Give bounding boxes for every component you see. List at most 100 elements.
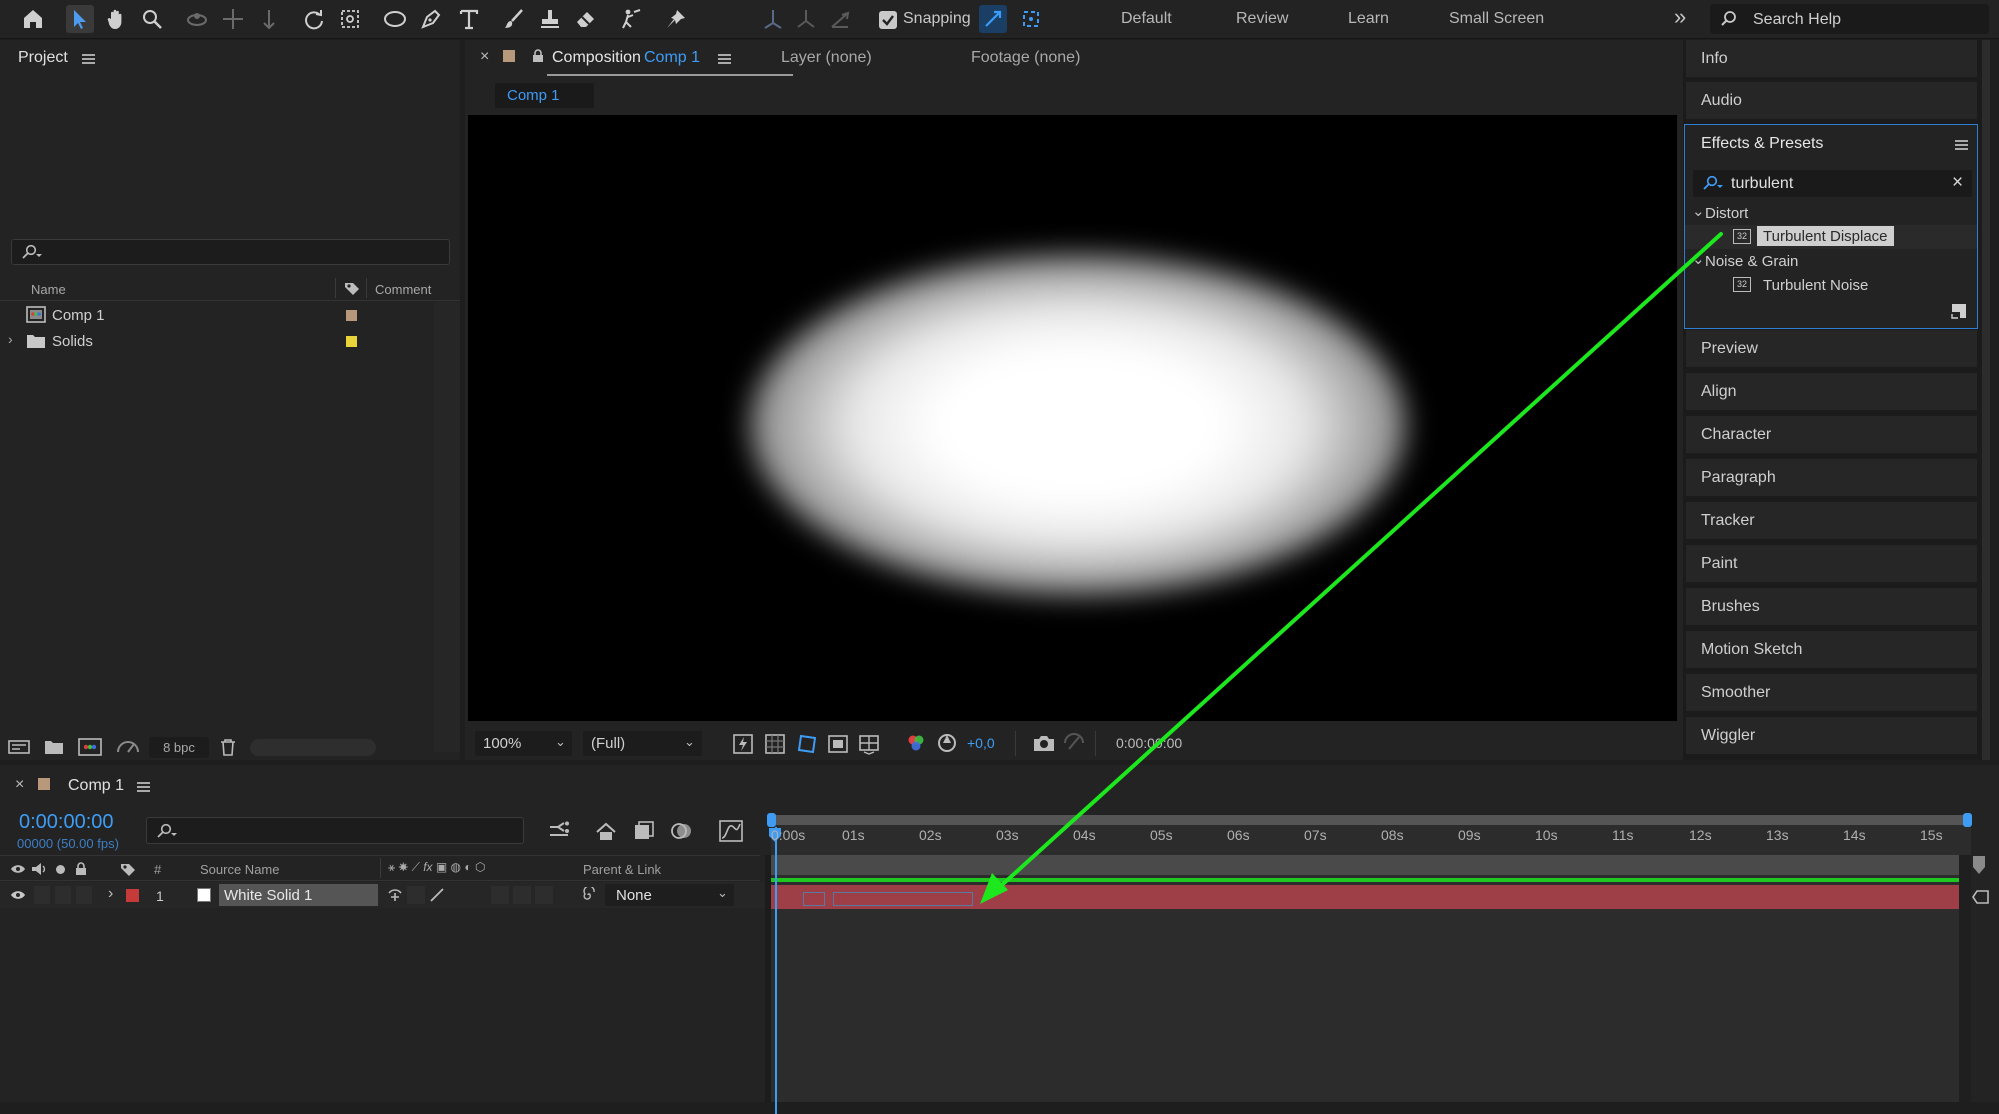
shy-layers-icon[interactable]	[633, 820, 655, 842]
info-panel-tab[interactable]: Info	[1686, 40, 1977, 80]
expand-chevron-icon[interactable]: ›	[8, 331, 13, 347]
comment-column-header[interactable]: Comment	[375, 282, 431, 297]
right-panel-scrollbar[interactable]	[1982, 40, 1990, 760]
composition-flowchart-icon[interactable]	[548, 821, 570, 841]
bit-depth-button[interactable]: 8 bpc	[149, 737, 209, 758]
workspace-review[interactable]: Review	[1236, 10, 1288, 28]
time-graph[interactable]	[767, 813, 1989, 1114]
mask-visibility-icon[interactable]	[796, 733, 818, 755]
video-eye-icon[interactable]	[10, 889, 26, 901]
new-preset-icon[interactable]	[1951, 303, 1967, 319]
axis-view-icon[interactable]	[826, 5, 854, 33]
resolution-dropdown[interactable]: (Full) ⌄	[583, 731, 702, 756]
pen-tool-icon[interactable]	[417, 5, 445, 33]
brush-tool-icon[interactable]	[500, 5, 528, 33]
close-tab-icon[interactable]: ×	[15, 776, 24, 794]
parent-link-header[interactable]: Parent & Link	[583, 862, 661, 877]
solo-toggle[interactable]	[55, 886, 71, 904]
zoom-tool-icon[interactable]	[138, 5, 166, 33]
layer-duration-bar[interactable]	[771, 885, 1959, 909]
show-snapshot-icon[interactable]	[1063, 733, 1085, 753]
lock-toggle[interactable]	[76, 886, 92, 904]
project-menu-icon[interactable]	[82, 54, 95, 64]
project-panel-title[interactable]: Project	[18, 49, 68, 67]
snap-edges-icon[interactable]	[979, 5, 1007, 33]
label-color-swatch[interactable]	[346, 336, 357, 347]
project-item-comp-1[interactable]: Comp 1	[0, 302, 434, 328]
thumbnail-size-slider[interactable]	[250, 739, 376, 756]
viewer-timecode[interactable]: 0:00:00:00	[1116, 735, 1182, 751]
tracker-panel-tab[interactable]: Tracker	[1686, 502, 1977, 542]
work-area-bar[interactable]	[771, 815, 1968, 825]
timeline-search-input[interactable]	[146, 817, 524, 844]
transparency-grid-icon[interactable]	[765, 734, 785, 754]
project-item-solids[interactable]: › Solids	[0, 328, 434, 354]
zoom-handle[interactable]	[1972, 855, 1986, 875]
ellipse-tool-icon[interactable]	[381, 5, 409, 33]
rotation-tool-icon[interactable]	[300, 5, 328, 33]
effect-item-turbulent-noise[interactable]: 32 Turbulent Noise	[1685, 273, 1977, 297]
eraser-tool-icon[interactable]	[572, 5, 600, 33]
selection-tool-icon[interactable]	[66, 5, 94, 33]
motion-blur-switch[interactable]	[491, 886, 509, 904]
smoother-panel-tab[interactable]: Smoother	[1686, 674, 1977, 714]
effect-item-turbulent-displace[interactable]: 32 Turbulent Displace	[1685, 225, 1977, 249]
snap-features-icon[interactable]	[1017, 5, 1045, 33]
tab-footage[interactable]: Footage (none)	[971, 49, 1080, 67]
video-eye-icon[interactable]	[10, 863, 26, 875]
layer-name-field[interactable]: White Solid 1	[219, 884, 378, 906]
tab-composition[interactable]: Composition Comp 1	[547, 40, 793, 76]
audio-toggle[interactable]	[34, 886, 50, 904]
quality-switch-icon[interactable]	[429, 887, 445, 903]
workspace-default[interactable]: Default	[1121, 10, 1172, 28]
search-help-field[interactable]: Search Help	[1710, 4, 1989, 34]
preview-panel-tab[interactable]: Preview	[1686, 330, 1977, 370]
tab-layer[interactable]: Layer (none)	[781, 49, 872, 67]
label-color-swatch[interactable]	[346, 310, 357, 321]
source-name-header[interactable]: Source Name	[200, 862, 279, 877]
project-search-input[interactable]	[11, 239, 450, 265]
new-folder-icon[interactable]	[44, 739, 64, 755]
orbit-camera-icon[interactable]	[183, 5, 211, 33]
solo-icon[interactable]	[56, 865, 65, 874]
pick-whip-icon[interactable]	[581, 887, 597, 903]
lock-icon[interactable]	[532, 49, 544, 63]
work-area-end-handle[interactable]	[1963, 813, 1972, 827]
frame-blending-icon[interactable]	[670, 820, 692, 842]
effects-search-input[interactable]: turbulent ×	[1693, 170, 1972, 197]
more-workspaces-button[interactable]: »	[1674, 4, 1686, 30]
effects-menu-icon[interactable]	[1955, 140, 1968, 150]
timeline-tab-label[interactable]: Comp 1	[68, 777, 124, 795]
workspace-learn[interactable]: Learn	[1348, 10, 1389, 28]
comp-marker-bin-icon[interactable]	[1972, 889, 1990, 907]
channels-icon[interactable]	[906, 733, 926, 753]
region-of-interest-icon[interactable]	[828, 734, 848, 754]
comp-breadcrumb[interactable]: Comp 1	[495, 83, 594, 108]
pan-camera-icon[interactable]	[219, 5, 247, 33]
effects-presets-title[interactable]: Effects & Presets	[1701, 135, 1823, 153]
motion-sketch-panel-tab[interactable]: Motion Sketch	[1686, 631, 1977, 671]
character-panel-tab[interactable]: Character	[1686, 416, 1977, 456]
axis-world-icon[interactable]	[792, 5, 820, 33]
effect-group-noise-grain[interactable]: ⌄ Noise & Grain	[1685, 249, 1977, 273]
brushes-panel-tab[interactable]: Brushes	[1686, 588, 1977, 628]
workspace-small-screen[interactable]: Small Screen	[1449, 10, 1544, 28]
draft-3d-icon[interactable]	[595, 820, 617, 842]
zoom-dropdown[interactable]: 100% ⌄	[475, 731, 572, 756]
parent-dropdown[interactable]: None ⌄	[605, 884, 734, 906]
layer-row[interactable]: › 1 White Solid 1 None ⌄	[0, 882, 765, 908]
layer-expand-chevron-icon[interactable]: ›	[108, 885, 113, 903]
snapping-checkbox[interactable]	[879, 11, 897, 29]
close-tab-icon[interactable]: ×	[480, 48, 489, 66]
name-column-header[interactable]: Name	[31, 282, 66, 297]
dolly-camera-icon[interactable]	[255, 5, 283, 33]
project-settings-icon[interactable]	[116, 738, 142, 756]
paint-panel-tab[interactable]: Paint	[1686, 545, 1977, 585]
anchor-point-tool-icon[interactable]	[336, 5, 364, 33]
axis-local-icon[interactable]	[759, 5, 787, 33]
composition-menu-icon[interactable]	[718, 54, 731, 64]
grid-guides-icon[interactable]	[858, 733, 880, 755]
exposure-value[interactable]: +0,0	[967, 735, 995, 751]
type-tool-icon[interactable]	[455, 5, 483, 33]
adjustment-switch[interactable]	[513, 886, 531, 904]
